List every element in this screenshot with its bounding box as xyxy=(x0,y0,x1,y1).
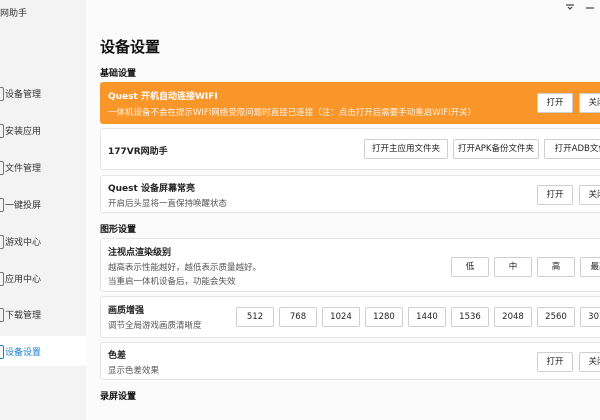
quality-1440-button[interactable]: 1440 xyxy=(408,307,446,327)
quality-3072-button[interactable]: 3072 xyxy=(580,307,600,327)
foveation-medium-button[interactable]: 中 xyxy=(494,257,532,277)
screen-on-off-button[interactable]: 关闭 xyxy=(579,185,600,205)
wifi-desc: 一体机设备不会在提示WIFI网络受限问题时直接已连接（注：点击打开后需要手动重启… xyxy=(108,108,477,118)
settings-icon xyxy=(0,345,4,359)
quality-512-button[interactable]: 512 xyxy=(236,307,274,327)
open-adb-folder-button[interactable]: 打开ADB文件夹 xyxy=(544,139,600,159)
foveation-title: 注视点渲染级别 xyxy=(108,248,172,258)
sidebar-item-device-settings[interactable]: 设备设置 xyxy=(0,336,86,366)
game-icon xyxy=(0,235,4,249)
cast-icon xyxy=(0,198,4,212)
sidebar-item-download-management[interactable]: 下载管理 xyxy=(0,299,86,329)
sidebar-item-game-center[interactable]: 游戏中心 xyxy=(0,226,86,256)
wifi-on-button[interactable]: 打开 xyxy=(537,93,573,113)
quality-desc: 调节全局游戏画质清晰度 xyxy=(108,321,202,331)
app-icon xyxy=(0,272,4,286)
sidebar-item-screen-cast[interactable]: 一键投屏 xyxy=(0,189,86,219)
foveation-desc-2: 当重启一体机设备后，功能会失效 xyxy=(108,277,236,287)
section-recording: 录屏设置 xyxy=(100,392,137,402)
quality-1280-button[interactable]: 1280 xyxy=(365,307,403,327)
install-icon xyxy=(0,124,4,138)
wifi-setting-card: Quest 开机自动连接WIFI 一体机设备不会在提示WIFI网络受限问题时直接… xyxy=(100,82,600,124)
download-icon xyxy=(0,308,4,322)
wifi-title: Quest 开机自动连接WIFI xyxy=(108,92,218,102)
device-icon xyxy=(0,87,4,101)
helper-card: 177VR网助手 打开主应用文件夹 打开APK备份文件夹 打开ADB文件夹 xyxy=(100,128,600,170)
sidebar-item-label: 设备设置 xyxy=(5,348,42,358)
aberration-on-button[interactable]: 打开 xyxy=(537,352,573,372)
sidebar-item-install-apps[interactable]: 安装应用 xyxy=(0,115,86,145)
page-title: 设备设置 xyxy=(100,38,161,56)
wifi-off-button[interactable]: 关闭 xyxy=(579,93,600,113)
foveation-low-button[interactable]: 低 xyxy=(451,257,489,277)
foveation-high-button[interactable]: 高 xyxy=(537,257,575,277)
screen-on-desc: 开启后头显将一直保持唤醒状态 xyxy=(108,199,228,209)
foveation-highest-button[interactable]: 最高 xyxy=(580,257,600,277)
sidebar-item-label: 游戏中心 xyxy=(5,238,42,248)
quality-768-button[interactable]: 768 xyxy=(279,307,317,327)
helper-title: 177VR网助手 xyxy=(108,147,168,157)
sidebar: 网助手 设备管理 安装应用 文件管理 一键投屏 游戏中心 应用中心 下载管理 设… xyxy=(0,0,86,420)
sidebar-item-label: 应用中心 xyxy=(5,275,42,285)
quality-1024-button[interactable]: 1024 xyxy=(322,307,360,327)
quality-card: 画质增强 调节全局游戏画质清晰度 512 768 1024 1280 1440 … xyxy=(100,296,600,338)
foveation-desc-1: 越高表示性能越好，越低表示质量越好。 xyxy=(108,263,262,273)
quality-2560-button[interactable]: 2560 xyxy=(537,307,575,327)
quality-1536-button[interactable]: 1536 xyxy=(451,307,489,327)
sidebar-item-app-center[interactable]: 应用中心 xyxy=(0,263,86,293)
minimize-icon[interactable] xyxy=(584,2,596,14)
sidebar-item-label: 安装应用 xyxy=(5,127,42,137)
main-content: 设备设置 基础设置 Quest 开机自动连接WIFI 一体机设备不会在提示WIF… xyxy=(86,0,600,420)
section-graphics: 图形设置 xyxy=(100,225,137,235)
screen-on-card: Quest 设备屏幕常亮 开启后头显将一直保持唤醒状态 打开 关闭 xyxy=(100,175,600,213)
sidebar-item-label: 下载管理 xyxy=(5,311,42,321)
sidebar-item-label: 文件管理 xyxy=(5,164,42,174)
quality-title: 画质增强 xyxy=(108,306,145,316)
sidebar-item-label: 一键投屏 xyxy=(5,201,42,211)
aberration-title: 色差 xyxy=(108,351,127,361)
open-apk-backup-folder-button[interactable]: 打开APK备份文件夹 xyxy=(453,139,539,159)
sidebar-item-device-management[interactable]: 设备管理 xyxy=(0,78,86,108)
section-basic: 基础设置 xyxy=(100,69,137,79)
sidebar-item-file-management[interactable]: 文件管理 xyxy=(0,152,86,182)
aberration-desc: 显示色差效果 xyxy=(108,366,160,376)
pin-icon[interactable] xyxy=(564,2,576,14)
title-bar xyxy=(480,0,600,16)
app-title: 网助手 xyxy=(0,9,28,19)
screen-on-on-button[interactable]: 打开 xyxy=(537,185,573,205)
quality-2048-button[interactable]: 2048 xyxy=(494,307,532,327)
aberration-off-button[interactable]: 关闭 xyxy=(579,352,600,372)
aberration-card: 色差 显示色差效果 打开 关闭 xyxy=(100,342,600,380)
sidebar-item-label: 设备管理 xyxy=(5,90,42,100)
foveation-card: 注视点渲染级别 越高表示性能越好，越低表示质量越好。 当重启一体机设备后，功能会… xyxy=(100,238,600,292)
screen-on-title: Quest 设备屏幕常亮 xyxy=(108,184,195,194)
open-app-folder-button[interactable]: 打开主应用文件夹 xyxy=(364,139,448,159)
file-icon xyxy=(0,161,4,175)
